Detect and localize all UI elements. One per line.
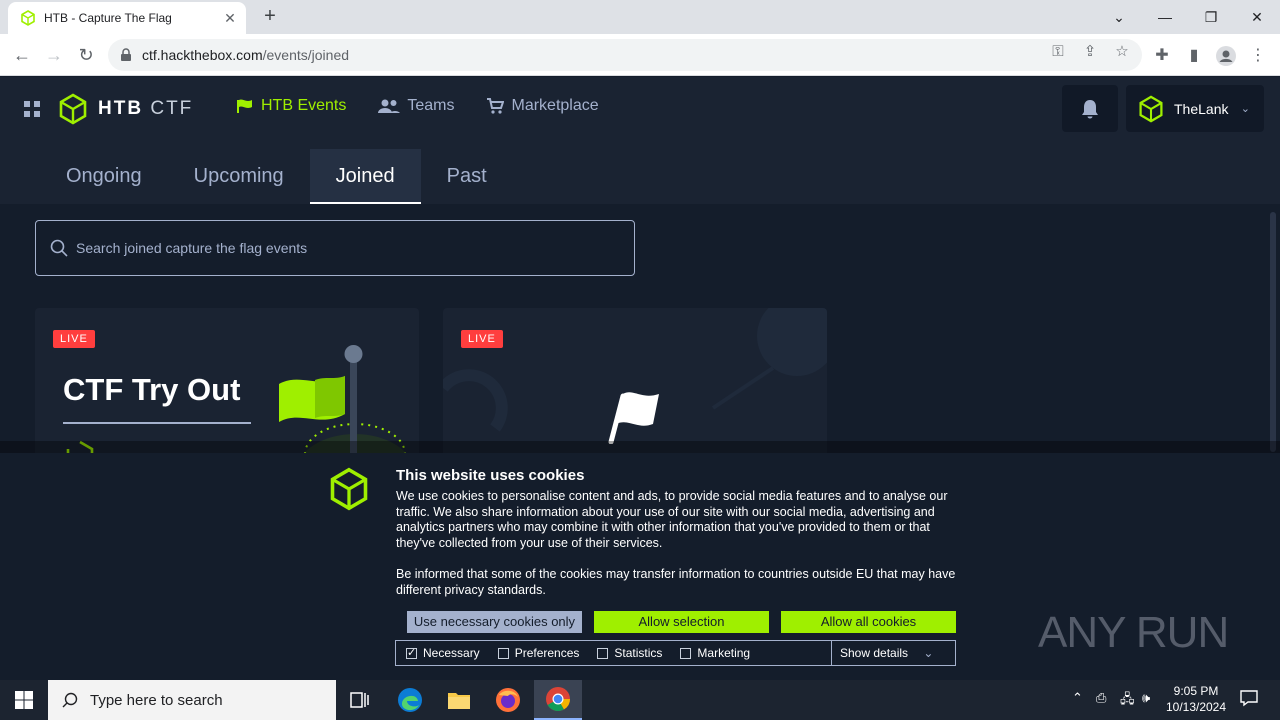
htb-cube-logo-icon xyxy=(330,467,368,511)
preferences-checkbox[interactable] xyxy=(497,647,509,659)
live-badge: LIVE xyxy=(53,330,95,348)
browser-tab-strip: HTB - Capture The Flag ✕ + ⌄ — ❐ ✕ xyxy=(0,0,1280,34)
option-marketing[interactable]: Marketing xyxy=(680,646,750,660)
main-nav: HTB Events Teams Marketplace xyxy=(236,97,599,115)
team-people-icon xyxy=(378,99,401,113)
volume-icon[interactable]: 🕪 xyxy=(1142,690,1150,706)
search-placeholder: Search joined capture the flag events xyxy=(76,240,308,256)
title-divider xyxy=(63,422,251,424)
task-view-button[interactable] xyxy=(336,680,384,720)
event-search-input[interactable]: Search joined capture the flag events xyxy=(35,220,635,276)
option-preferences[interactable]: Preferences xyxy=(497,646,579,660)
apps-grid-icon[interactable] xyxy=(24,101,40,117)
chrome-icon xyxy=(546,687,570,712)
network-icon[interactable]: 🖧 xyxy=(1120,690,1135,712)
notifications-button[interactable] xyxy=(1062,85,1118,132)
windows-start-button[interactable] xyxy=(0,680,48,720)
allow-all-cookies-button[interactable]: Allow all cookies xyxy=(781,611,956,633)
tray-device-icon[interactable]: ⎙ xyxy=(1096,690,1106,706)
white-flag-icon xyxy=(608,392,659,444)
new-tab-button[interactable]: + xyxy=(258,4,282,28)
side-panel-icon[interactable]: ▮ xyxy=(1183,45,1205,67)
cookie-heading: This website uses cookies xyxy=(396,467,585,484)
url-text: ctf.hackthebox.com/events/joined xyxy=(142,47,350,63)
address-bar[interactable]: ctf.hackthebox.com/events/joined xyxy=(108,39,1142,71)
brand-wordmark: HTB CTF xyxy=(98,98,194,119)
tab-past[interactable]: Past xyxy=(421,149,513,204)
firefox-icon xyxy=(496,688,520,712)
event-subtabs: Ongoing Upcoming Joined Past xyxy=(40,149,513,204)
option-necessary[interactable]: Necessary xyxy=(406,646,480,660)
back-button[interactable]: ← xyxy=(10,43,34,67)
browser-toolbar: ← → ↻ ctf.hackthebox.com/events/joined ⚿… xyxy=(0,34,1280,76)
key-icon[interactable]: ⚿ xyxy=(1048,42,1068,62)
event-title: CTF Try Out xyxy=(63,372,241,407)
firefox-app-button[interactable] xyxy=(484,680,532,720)
windows-logo-icon xyxy=(15,691,33,709)
tray-chevron-up-icon[interactable]: ⌃ xyxy=(1072,690,1083,706)
use-necessary-cookies-button[interactable]: Use necessary cookies only xyxy=(407,611,582,633)
browser-tab[interactable]: HTB - Capture The Flag ✕ xyxy=(8,2,246,34)
necessary-checkbox[interactable] xyxy=(406,646,417,659)
shopping-cart-icon xyxy=(487,98,505,114)
htb-ctf-logo[interactable]: HTB CTF xyxy=(58,93,193,125)
taskbar-search-box[interactable]: Type here to search xyxy=(48,680,336,720)
tab-joined[interactable]: Joined xyxy=(309,149,421,204)
restore-button[interactable]: ❐ xyxy=(1188,0,1234,34)
nav-marketplace[interactable]: Marketplace xyxy=(486,97,599,115)
user-cube-avatar-icon xyxy=(1139,95,1163,122)
clock-time: 9:05 PM xyxy=(1173,684,1219,698)
chevron-down-icon: ⌄ xyxy=(923,646,934,660)
search-icon xyxy=(50,239,68,257)
share-icon[interactable]: ⇪ xyxy=(1080,42,1100,62)
browser-menu-icon[interactable]: ⋮ xyxy=(1247,45,1269,67)
option-statistics[interactable]: Statistics xyxy=(597,646,662,660)
allow-selection-button[interactable]: Allow selection xyxy=(594,611,769,633)
task-view-icon xyxy=(350,692,369,708)
nav-teams[interactable]: Teams xyxy=(378,97,454,115)
tab-close-icon[interactable]: ✕ xyxy=(222,10,238,27)
clock-date: 10/13/2024 xyxy=(1165,700,1227,714)
extensions-icon[interactable]: ✚ xyxy=(1151,45,1173,67)
chrome-app-button[interactable] xyxy=(534,680,582,720)
notification-center-icon[interactable] xyxy=(1240,689,1258,710)
anyrun-watermark: ANY RUN xyxy=(1038,608,1229,657)
tab-ongoing[interactable]: Ongoing xyxy=(40,149,168,204)
edge-icon xyxy=(398,688,422,712)
chevron-down-icon: ⌄ xyxy=(1240,103,1250,115)
tab-title: HTB - Capture The Flag xyxy=(44,11,172,25)
page-scrollbar[interactable] xyxy=(1270,212,1276,452)
folder-icon xyxy=(448,693,470,709)
tab-search-chevron-icon[interactable]: ⌄ xyxy=(1096,0,1142,34)
windows-taskbar: Type here to search ⌃ ⎙ 🖧 🕪 9:05 PM 10/1… xyxy=(0,680,1280,720)
forward-button[interactable]: → xyxy=(42,43,66,67)
tab-upcoming[interactable]: Upcoming xyxy=(168,149,310,204)
cookie-transfer-notice: Be informed that some of the cookies may… xyxy=(396,567,956,597)
edge-app-button[interactable] xyxy=(386,680,434,720)
reload-button[interactable]: ↻ xyxy=(74,43,98,67)
cookie-options: Necessary Preferences Statistics Marketi… xyxy=(395,640,956,666)
cookie-overlay-shadow xyxy=(0,441,1280,453)
show-details-button[interactable]: Show details ⌄ xyxy=(831,641,956,665)
user-menu[interactable]: TheLank ⌄ xyxy=(1126,85,1264,132)
search-icon xyxy=(62,692,78,708)
profile-avatar-icon[interactable] xyxy=(1215,45,1237,67)
username: TheLank xyxy=(1174,100,1229,117)
bell-icon xyxy=(1082,99,1098,118)
app-header: HTB CTF HTB Events Teams Marketplace The… xyxy=(0,77,1280,204)
taskbar-clock[interactable]: 9:05 PM 10/13/2024 xyxy=(1160,683,1232,715)
flag-icon xyxy=(237,99,252,113)
nav-htb-events[interactable]: HTB Events xyxy=(236,97,346,115)
taskbar-search-placeholder: Type here to search xyxy=(90,691,223,709)
file-explorer-button[interactable] xyxy=(435,680,483,720)
htb-favicon-icon xyxy=(21,10,35,26)
htb-cube-logo-icon xyxy=(59,93,87,125)
marketing-checkbox[interactable] xyxy=(680,647,692,659)
lock-icon xyxy=(121,48,131,61)
cookie-description: We use cookies to personalise content an… xyxy=(396,489,948,550)
close-window-button[interactable]: ✕ xyxy=(1234,0,1280,34)
statistics-checkbox[interactable] xyxy=(597,647,609,659)
bookmark-star-icon[interactable]: ☆ xyxy=(1112,42,1132,62)
minimize-button[interactable]: — xyxy=(1142,0,1188,34)
